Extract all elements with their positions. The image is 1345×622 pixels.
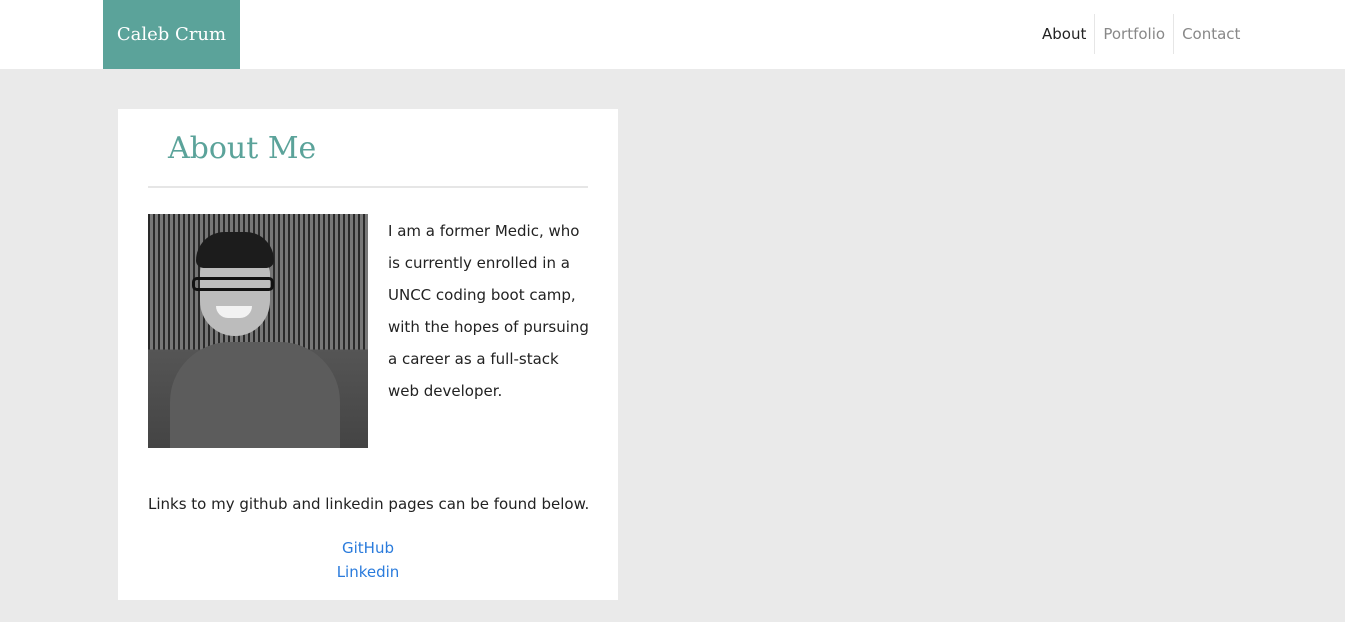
linkedin-link[interactable]: Linkedin [118,560,618,584]
nav-menu: About Portfolio Contact [1034,14,1248,54]
navbar: Caleb Crum About Portfolio Contact [0,0,1345,69]
photo-glasses [192,277,274,291]
bio-text: I am a former Medic, who is currently en… [388,222,589,400]
brand-logo-link[interactable]: Caleb Crum [103,0,240,69]
profile-photo [148,214,368,448]
about-card: About Me I am a former Medic, who is cur… [118,109,618,600]
photo-hair [196,232,274,268]
github-link[interactable]: GitHub [118,536,618,560]
photo-uniform [170,342,340,448]
nav-link-portfolio[interactable]: Portfolio [1094,14,1173,54]
nav-link-contact[interactable]: Contact [1173,14,1248,54]
links-intro-text: Links to my github and linkedin pages ca… [148,495,590,513]
nav-link-about[interactable]: About [1034,14,1094,54]
title-divider [148,186,588,188]
page-title: About Me [168,131,317,166]
